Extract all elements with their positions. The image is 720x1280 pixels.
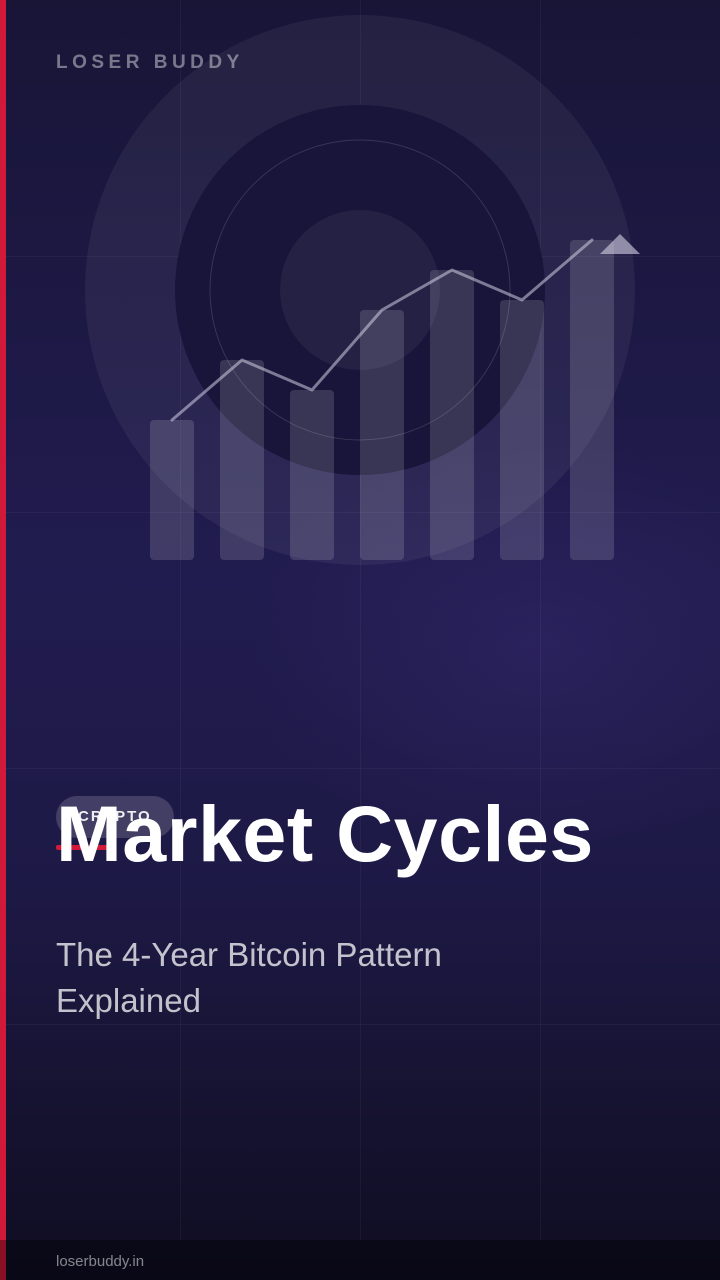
growth-bar xyxy=(570,240,614,560)
growth-bar xyxy=(290,390,334,560)
hero-chart-graphic xyxy=(85,15,640,565)
growth-bar xyxy=(430,270,474,560)
growth-bar xyxy=(150,420,194,560)
footer-url: loserbuddy.in xyxy=(56,1253,145,1270)
page-title: Market Cycles xyxy=(56,789,594,878)
growth-bar xyxy=(500,300,544,560)
growth-bar xyxy=(220,360,264,560)
page-subtitle: The 4-Year Bitcoin Pattern Explained xyxy=(56,936,442,1019)
growth-bar xyxy=(360,310,404,560)
